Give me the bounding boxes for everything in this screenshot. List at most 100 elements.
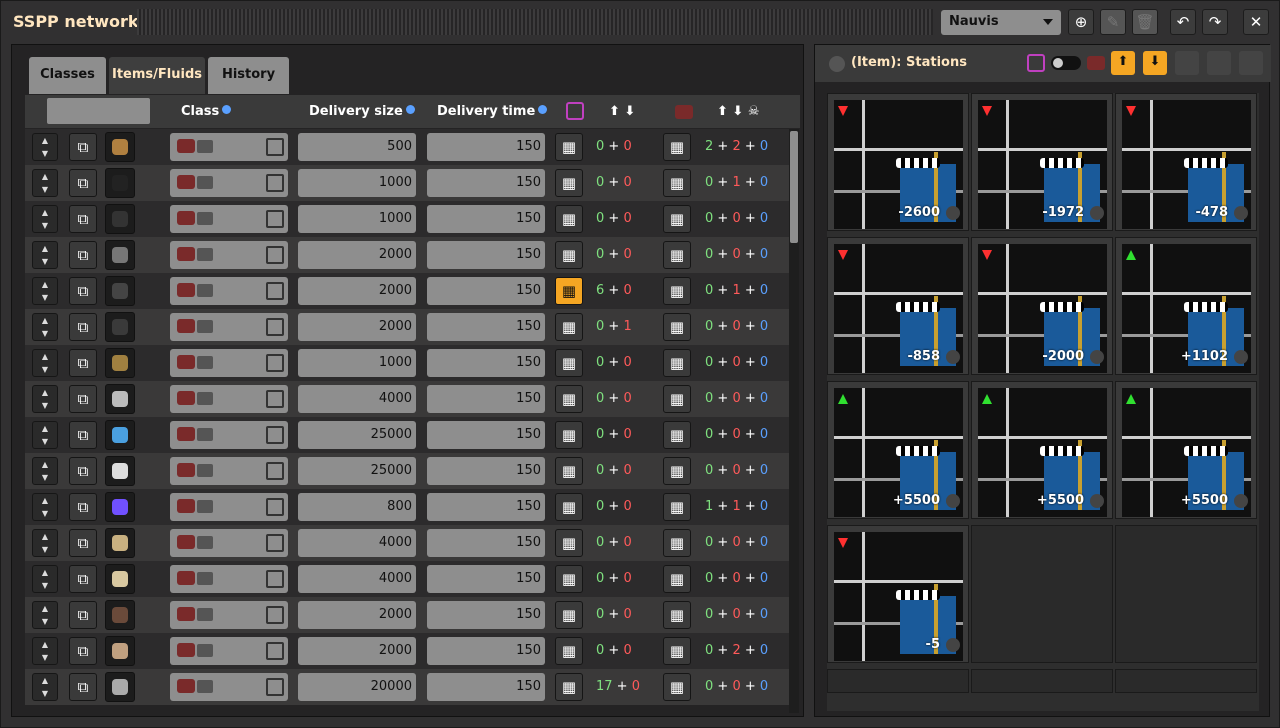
stations-grid-button[interactable]: ▦ — [555, 457, 583, 485]
trains-grid-button[interactable]: ▦ — [663, 673, 691, 701]
trains-grid-button[interactable]: ▦ — [663, 277, 691, 305]
class-selector[interactable] — [170, 349, 288, 377]
coal-icon[interactable] — [105, 168, 135, 198]
delivery-size-input[interactable]: 2000 — [298, 277, 416, 305]
reorder-stepper[interactable]: ▲ ▼ — [32, 241, 58, 269]
class-selector[interactable] — [170, 205, 288, 233]
disabled-button-3[interactable] — [1239, 51, 1263, 75]
copy-button[interactable]: ⧉ — [69, 529, 97, 557]
delivery-size-input[interactable]: 1000 — [298, 169, 416, 197]
stations-grid-button[interactable]: ▦ — [555, 421, 583, 449]
delivery-time-input[interactable]: 150 — [427, 529, 545, 557]
coal-ore-icon[interactable] — [105, 276, 135, 306]
stations-grid-button[interactable]: ▦ — [555, 205, 583, 233]
copy-button[interactable]: ⧉ — [69, 421, 97, 449]
reorder-stepper[interactable]: ▲ ▼ — [32, 205, 58, 233]
copy-button[interactable]: ⧉ — [69, 601, 97, 629]
trains-grid-button[interactable]: ▦ — [663, 349, 691, 377]
delivery-time-input[interactable]: 150 — [427, 169, 545, 197]
add-button[interactable]: ⊕ — [1068, 9, 1094, 35]
class-selector[interactable] — [170, 673, 288, 701]
reorder-stepper[interactable]: ▲ ▼ — [32, 385, 58, 413]
class-selector[interactable] — [170, 277, 288, 305]
delivery-size-input[interactable]: 1000 — [298, 349, 416, 377]
copy-button[interactable]: ⧉ — [69, 457, 97, 485]
delivery-time-input[interactable]: 150 — [427, 313, 545, 341]
trains-grid-button[interactable]: ▦ — [663, 421, 691, 449]
surface-dropdown[interactable]: Nauvis — [941, 10, 1061, 35]
reorder-stepper[interactable]: ▲ ▼ — [32, 421, 58, 449]
delivery-size-input[interactable]: 20000 — [298, 673, 416, 701]
copy-button[interactable]: ⧉ — [69, 169, 97, 197]
stations-grid-button[interactable]: ▦ — [555, 313, 583, 341]
station-tile[interactable]: +5500 — [827, 381, 969, 519]
copy-button[interactable]: ⧉ — [69, 277, 97, 305]
trains-grid-button[interactable]: ▦ — [663, 313, 691, 341]
spheres-icon[interactable] — [105, 456, 135, 486]
trains-grid-button[interactable]: ▦ — [663, 637, 691, 665]
copy-button[interactable]: ⧉ — [69, 241, 97, 269]
station-tile[interactable]: -5 — [827, 525, 969, 663]
dark-ore-icon[interactable] — [105, 600, 135, 630]
station-tile[interactable]: -2600 — [827, 93, 969, 231]
delete-button[interactable]: 🗑 — [1132, 9, 1158, 35]
delivery-time-input[interactable]: 150 — [427, 493, 545, 521]
tab-history[interactable]: History — [208, 57, 289, 94]
delivery-time-input[interactable]: 150 — [427, 673, 545, 701]
copy-button[interactable]: ⧉ — [69, 133, 97, 161]
stations-grid-button[interactable]: ▦ — [555, 385, 583, 413]
reorder-stepper[interactable]: ▲ ▼ — [32, 637, 58, 665]
stone-icon[interactable] — [105, 240, 135, 270]
delivery-time-input[interactable]: 150 — [427, 421, 545, 449]
delivery-size-input[interactable]: 4000 — [298, 529, 416, 557]
stations-grid-button[interactable]: ▦ — [555, 601, 583, 629]
scrollbar[interactable] — [789, 129, 799, 713]
trains-grid-button[interactable]: ▦ — [663, 601, 691, 629]
delivery-size-input[interactable]: 800 — [298, 493, 416, 521]
copy-button[interactable]: ⧉ — [69, 637, 97, 665]
tab-classes[interactable]: Classes — [29, 57, 106, 94]
wooden-chest-icon[interactable] — [105, 132, 135, 162]
disabled-button-1[interactable] — [1175, 51, 1199, 75]
delivery-time-input[interactable]: 150 — [427, 349, 545, 377]
class-selector[interactable] — [170, 565, 288, 593]
close-button[interactable]: ✕ — [1243, 9, 1269, 35]
stations-grid-button[interactable]: ▦ — [555, 673, 583, 701]
delivery-time-input[interactable]: 150 — [427, 205, 545, 233]
scrollbar-thumb[interactable] — [790, 131, 798, 243]
stations-grid-button[interactable]: ▦ — [555, 565, 583, 593]
delivery-size-input[interactable]: 25000 — [298, 421, 416, 449]
edit-button[interactable]: ✎ — [1100, 9, 1126, 35]
copy-button[interactable]: ⧉ — [69, 565, 97, 593]
class-selector[interactable] — [170, 385, 288, 413]
reorder-stepper[interactable]: ▲ ▼ — [32, 673, 58, 701]
delivery-time-input[interactable]: 150 — [427, 601, 545, 629]
export-button[interactable]: ↷ — [1202, 9, 1228, 35]
reorder-stepper[interactable]: ▲ ▼ — [32, 493, 58, 521]
delivery-time-input[interactable]: 150 — [427, 277, 545, 305]
copy-button[interactable]: ⧉ — [69, 349, 97, 377]
trains-grid-button[interactable]: ▦ — [663, 529, 691, 557]
iron-plate-icon[interactable] — [105, 312, 135, 342]
import-button[interactable]: ↶ — [1170, 9, 1196, 35]
tan-ore-icon[interactable] — [105, 636, 135, 666]
class-selector[interactable] — [170, 169, 288, 197]
reorder-stepper[interactable]: ▲ ▼ — [32, 565, 58, 593]
filter-request-button[interactable]: ⬇ — [1143, 51, 1167, 75]
delivery-time-input[interactable]: 150 — [427, 241, 545, 269]
reorder-stepper[interactable]: ▲ ▼ — [32, 133, 58, 161]
copy-button[interactable]: ⧉ — [69, 385, 97, 413]
delivery-time-input[interactable]: 150 — [427, 637, 545, 665]
delivery-time-input[interactable]: 150 — [427, 457, 545, 485]
sand-icon[interactable] — [105, 528, 135, 558]
trains-grid-button[interactable]: ▦ — [663, 493, 691, 521]
coal-pile-icon[interactable] — [105, 204, 135, 234]
delivery-size-input[interactable]: 25000 — [298, 457, 416, 485]
delivery-time-input[interactable]: 150 — [427, 385, 545, 413]
copy-button[interactable]: ⧉ — [69, 493, 97, 521]
copy-button[interactable]: ⧉ — [69, 205, 97, 233]
disabled-button-2[interactable] — [1207, 51, 1231, 75]
water-drop-icon[interactable] — [105, 420, 135, 450]
reorder-stepper[interactable]: ▲ ▼ — [32, 313, 58, 341]
delivery-size-input[interactable]: 2000 — [298, 241, 416, 269]
